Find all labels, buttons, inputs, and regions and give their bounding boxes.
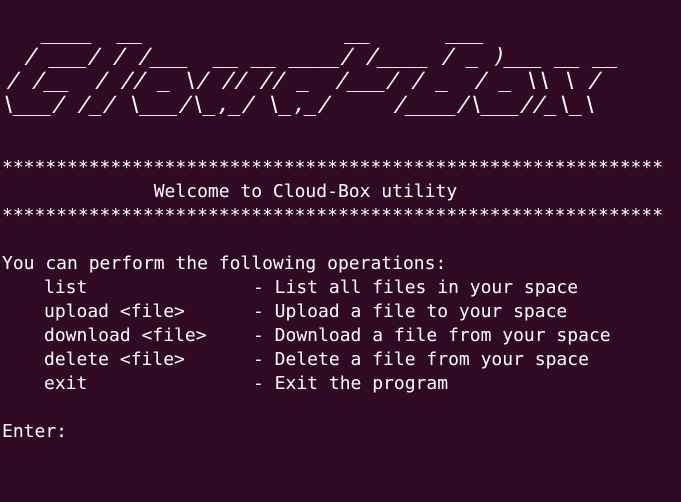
cloud-box-ascii-banner: ____ __ __ ___ / ___/ / /___ __ __ ____/… — [0, 20, 623, 116]
operation-row: download <file> - Download a file from yo… — [0, 324, 681, 348]
operation-row: upload <file> - Upload a file to your spa… — [0, 300, 681, 324]
input-prompt[interactable]: Enter: — [2, 420, 67, 444]
operation-command: exit — [44, 373, 88, 394]
operation-row: exit - Exit the program — [0, 372, 681, 396]
operation-command: upload <file> — [44, 301, 185, 322]
operation-description: - Download a file from your space — [253, 325, 611, 346]
separator-top: ****************************************… — [2, 157, 664, 178]
operation-description: - Exit the program — [253, 373, 449, 394]
operation-description: - Delete a file from your space — [253, 349, 589, 370]
welcome-message: Welcome to Cloud-Box utility — [2, 181, 458, 202]
prompt-label: Enter: — [2, 421, 68, 442]
operation-row: list - List all files in your space — [0, 276, 681, 300]
terminal-window[interactable]: ____ __ __ ___ / ___/ / /___ __ __ ____/… — [0, 0, 681, 502]
operation-command: list — [44, 277, 88, 298]
operation-description: - Upload a file to your space — [253, 301, 568, 322]
operation-row: delete <file> - Delete a file from your s… — [0, 348, 681, 372]
operation-description: - List all files in your space — [253, 277, 579, 298]
operation-command: delete <file> — [44, 349, 185, 370]
operation-command: download <file> — [44, 325, 207, 346]
separator-bottom: ****************************************… — [2, 205, 664, 226]
operations-intro: You can perform the following operations… — [2, 253, 447, 274]
